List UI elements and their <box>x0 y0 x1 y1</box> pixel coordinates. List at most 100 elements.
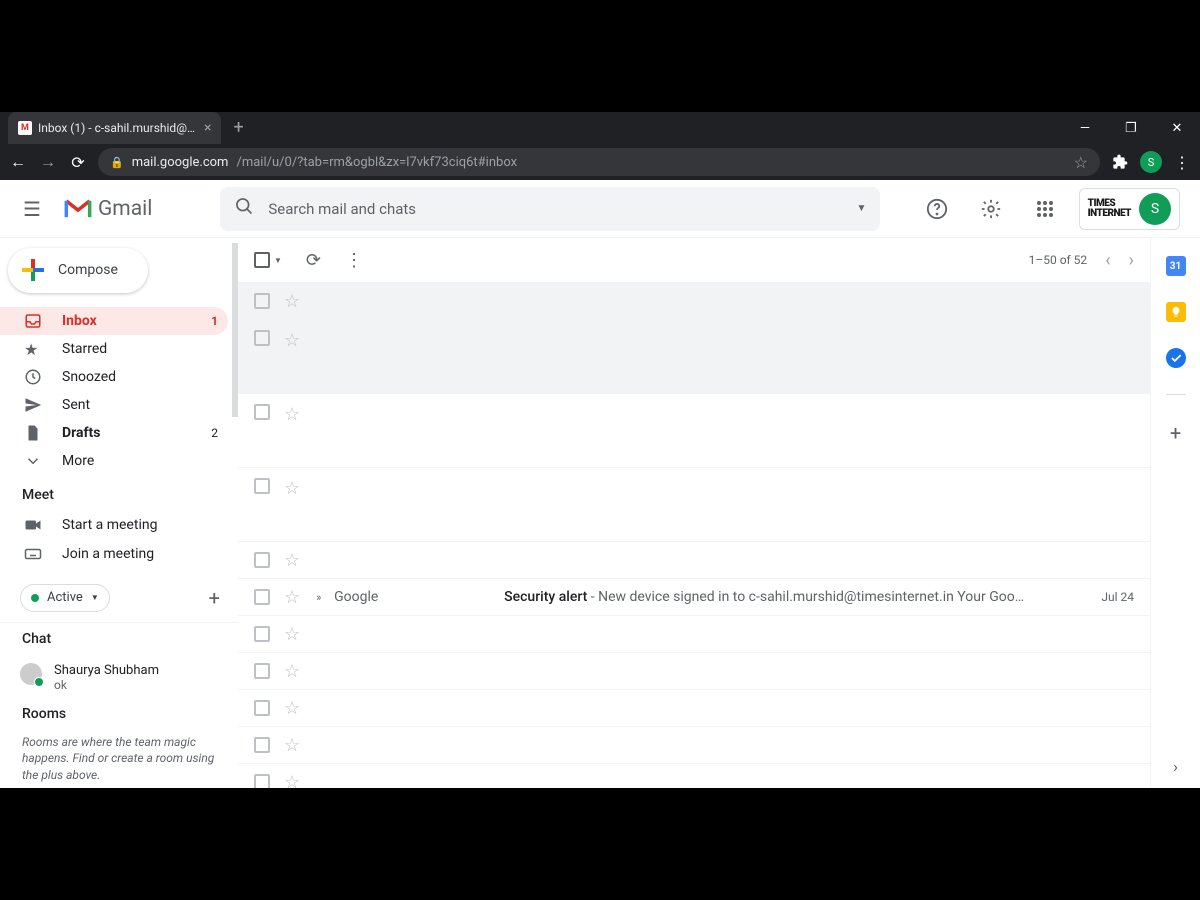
address-field[interactable]: 🔒 mail.google.com/mail/u/0/?tab=rm&ogbl&… <box>98 148 1100 176</box>
browser-profile-avatar[interactable]: S <box>1140 151 1162 173</box>
calendar-addon-icon[interactable]: 31 <box>1166 256 1186 276</box>
more-actions-icon[interactable]: ⋮ <box>345 250 363 271</box>
chat-contact[interactable]: Shaurya Shubham ok <box>0 655 238 700</box>
app-header: ☰ Gmail Search mail and chats ▼ TIMES <box>0 180 1200 238</box>
row-star-icon[interactable]: ☆ <box>284 661 300 682</box>
nav-label: Snoozed <box>62 369 218 385</box>
gmail-favicon: M <box>18 121 32 135</box>
nav-sent[interactable]: Sent <box>0 391 228 419</box>
collapse-sidepanel-icon[interactable]: › <box>1173 757 1178 776</box>
window-controls: — ❐ ✕ <box>1062 112 1200 144</box>
browser-tab[interactable]: M Inbox (1) - c-sahil.murshid@tim… × <box>8 112 221 144</box>
nav-more[interactable]: More <box>0 447 228 475</box>
mail-row[interactable]: ☆ <box>238 727 1150 764</box>
mail-row[interactable]: ☆ <box>238 320 1150 394</box>
mail-row[interactable]: ☆ <box>238 542 1150 579</box>
inbox-icon <box>24 312 44 330</box>
prev-page-button[interactable]: ‹ <box>1105 250 1110 271</box>
row-body: Security alert - New device signed in to… <box>504 589 1089 605</box>
row-checkbox[interactable] <box>254 589 270 605</box>
mail-row[interactable]: ☆ <box>238 283 1150 320</box>
compose-button[interactable]: Compose <box>8 248 148 293</box>
close-tab-icon[interactable]: × <box>204 121 211 135</box>
keep-addon-icon[interactable] <box>1166 302 1186 322</box>
importance-marker: » <box>316 591 326 604</box>
mail-row[interactable]: ☆ <box>238 764 1150 788</box>
nav-label: Join a meeting <box>62 546 218 562</box>
search-options-icon[interactable]: ▼ <box>856 203 866 214</box>
row-star-icon[interactable]: ☆ <box>284 587 300 608</box>
star-icon: ★ <box>24 340 44 359</box>
mail-row[interactable]: ☆»GoogleSecurity alert - New device sign… <box>238 579 1150 616</box>
page-range: 1–50 of 52 <box>1029 253 1088 267</box>
row-checkbox[interactable] <box>254 293 270 309</box>
main-menu-button[interactable]: ☰ <box>8 185 56 233</box>
nav-snoozed[interactable]: Snoozed <box>0 363 228 391</box>
nav-starred[interactable]: ★ Starred <box>0 335 228 363</box>
row-star-icon[interactable]: ☆ <box>284 478 300 499</box>
row-checkbox[interactable] <box>254 552 270 568</box>
gmail-logo[interactable]: Gmail <box>64 197 152 221</box>
mail-toolbar: ▼ ⟳ ⋮ 1–50 of 52 ‹ › <box>238 238 1150 282</box>
chrome-menu-icon[interactable]: ⋮ <box>1172 153 1192 172</box>
search-bar[interactable]: Search mail and chats ▼ <box>220 187 880 231</box>
tasks-addon-icon[interactable] <box>1166 348 1186 368</box>
mail-row[interactable]: ☆ <box>238 690 1150 727</box>
tab-title: Inbox (1) - c-sahil.murshid@tim… <box>38 121 198 135</box>
get-addons-button[interactable]: + <box>1170 421 1181 445</box>
apps-grid-icon[interactable] <box>1025 189 1065 229</box>
close-window-button[interactable]: ✕ <box>1154 112 1200 144</box>
mail-row[interactable]: ☆ <box>238 394 1150 468</box>
extensions-icon[interactable] <box>1110 154 1130 170</box>
minimize-button[interactable]: — <box>1062 112 1108 144</box>
next-page-button[interactable]: › <box>1129 250 1134 271</box>
row-checkbox[interactable] <box>254 330 270 346</box>
clock-icon <box>24 368 44 386</box>
row-checkbox[interactable] <box>254 700 270 716</box>
select-all-checkbox[interactable] <box>254 252 270 268</box>
nav-label: Inbox <box>62 313 193 329</box>
compose-label: Compose <box>58 262 118 278</box>
status-chip[interactable]: Active ▼ <box>20 584 110 612</box>
search-placeholder: Search mail and chats <box>268 200 856 218</box>
forward-button[interactable]: → <box>38 152 58 172</box>
meet-start[interactable]: Start a meeting <box>0 511 228 539</box>
row-star-icon[interactable]: ☆ <box>284 404 300 425</box>
row-checkbox[interactable] <box>254 404 270 420</box>
org-brand-badge[interactable]: TIMESINTERNET S <box>1079 188 1180 230</box>
new-tab-button[interactable]: + <box>233 119 243 137</box>
chevron-down-icon <box>24 452 44 470</box>
mail-row[interactable]: ☆ <box>238 468 1150 542</box>
nav-label: Sent <box>62 397 218 413</box>
select-dropdown-icon[interactable]: ▼ <box>274 256 282 265</box>
row-star-icon[interactable]: ☆ <box>284 291 300 312</box>
settings-icon[interactable] <box>971 189 1011 229</box>
maximize-button[interactable]: ❐ <box>1108 112 1154 144</box>
back-button[interactable]: ← <box>8 152 28 172</box>
row-star-icon[interactable]: ☆ <box>284 624 300 645</box>
row-checkbox[interactable] <box>254 737 270 753</box>
row-checkbox[interactable] <box>254 626 270 642</box>
support-icon[interactable] <box>917 189 957 229</box>
sidebar: Compose Inbox 1 ★ Starred Snoozed <box>0 238 238 788</box>
mail-row[interactable]: ☆ <box>238 616 1150 653</box>
row-star-icon[interactable]: ☆ <box>284 772 300 789</box>
meet-join[interactable]: Join a meeting <box>0 539 228 567</box>
reload-button[interactable]: ⟳ <box>68 153 88 172</box>
bookmark-star-icon[interactable]: ☆ <box>1074 153 1088 172</box>
row-star-icon[interactable]: ☆ <box>284 735 300 756</box>
mail-row[interactable]: ☆ <box>238 653 1150 690</box>
refresh-button[interactable]: ⟳ <box>306 250 321 271</box>
row-star-icon[interactable]: ☆ <box>284 698 300 719</box>
new-chat-button[interactable]: + <box>209 586 220 610</box>
row-star-icon[interactable]: ☆ <box>284 330 300 351</box>
nav-drafts[interactable]: Drafts 2 <box>0 419 228 447</box>
row-checkbox[interactable] <box>254 774 270 788</box>
nav-inbox[interactable]: Inbox 1 <box>0 307 228 335</box>
row-checkbox[interactable] <box>254 478 270 494</box>
gmail-m-icon <box>64 198 92 220</box>
search-icon[interactable] <box>234 196 254 221</box>
account-avatar[interactable]: S <box>1139 193 1171 225</box>
row-checkbox[interactable] <box>254 663 270 679</box>
row-star-icon[interactable]: ☆ <box>284 550 300 571</box>
